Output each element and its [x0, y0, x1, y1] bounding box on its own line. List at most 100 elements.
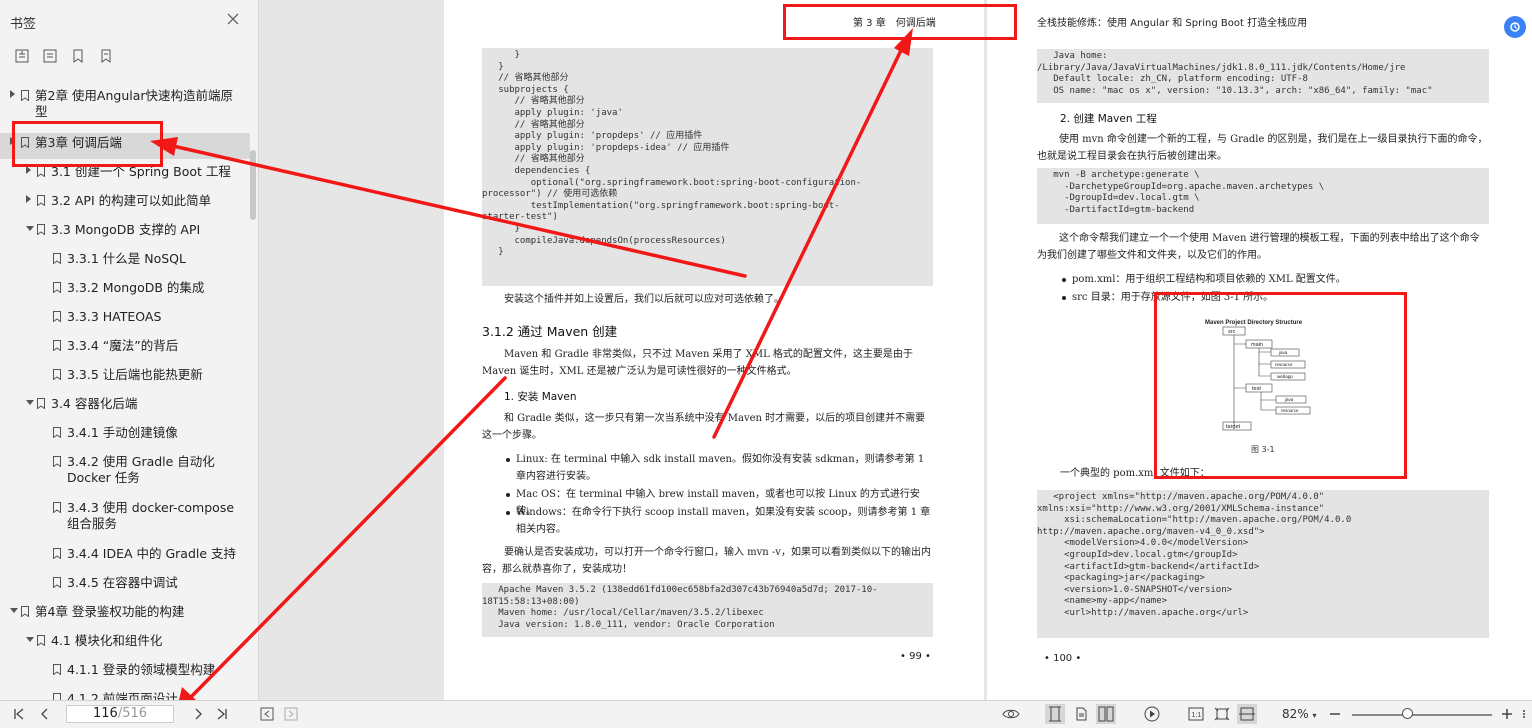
bookmark-icon — [53, 693, 61, 700]
bookmark-icon — [53, 456, 61, 467]
chevron-down-icon[interactable] — [26, 400, 34, 405]
add-bookmark-icon[interactable] — [70, 48, 86, 64]
sidebar-item[interactable]: 第2章 使用Angular快速构造前端原型 — [0, 86, 250, 119]
sidebar-item-label: 4.1.2 前端页面设计 — [67, 691, 178, 700]
collapse-all-icon[interactable] — [42, 48, 58, 64]
document-view-icon[interactable] — [1074, 707, 1088, 721]
bookmark-icon — [53, 548, 61, 559]
bookmark-icon — [53, 282, 61, 293]
sidebar-item[interactable]: 3.3 MongoDB 支撑的 API — [0, 220, 250, 242]
panel-title: 书签 — [10, 17, 37, 32]
bookmark-toolbar — [14, 48, 114, 64]
zoom-out-icon[interactable] — [1328, 707, 1342, 721]
code-block: } } // 省略其他部分 subprojects { // 省略其他部分 ap… — [482, 48, 933, 286]
sidebar-item-label: 3.3.1 什么是 NoSQL — [67, 251, 186, 266]
paragraph: 和 Gradle 类似，这一步只有第一次当系统中没有 Maven 时才需要，以后… — [482, 413, 926, 441]
sidebar-item-label: 3.3.2 MongoDB 的集成 — [67, 280, 205, 295]
sidebar-item-label: 3.3.5 让后端也能热更新 — [67, 367, 203, 382]
page-number: • 100 • — [1044, 653, 1082, 664]
subsection-heading: 2. 创建 Maven 工程 — [1060, 113, 1157, 125]
annotation-box-header — [783, 4, 1017, 40]
chevron-down-icon[interactable] — [26, 226, 34, 231]
sidebar-item-label: 3.4 容器化后端 — [51, 396, 138, 411]
sidebar-item[interactable]: 3.4.3 使用 docker-compose 组合服务 — [0, 498, 250, 536]
paragraph: 安装这个插件并如上设置后，我们以后就可以应对可选依赖了。 — [504, 294, 784, 305]
sidebar-item-label: 3.3 MongoDB 支撑的 API — [51, 222, 201, 237]
zoom-slider-handle[interactable] — [1402, 708, 1413, 719]
sidebar-item-label: 3.4.2 使用 Gradle 自动化 Docker 任务 — [67, 454, 215, 485]
list-item: Windows：在命令行下执行 scoop install maven，如果没有… — [506, 504, 934, 538]
chevron-right-icon[interactable] — [26, 195, 31, 203]
sidebar-item[interactable]: 4.1.2 前端页面设计 — [0, 689, 250, 700]
annotation-box-toc — [12, 121, 163, 167]
status-bar: 116/516 1:1 82% ▾ — [0, 700, 1532, 728]
chevron-down-icon[interactable] — [10, 608, 18, 613]
paragraph: 要确认是否安装成功，可以打开一个命令行窗口，输入 mvn -v，如果可以看到类似… — [482, 547, 931, 575]
bookmark-icon — [37, 195, 45, 206]
sidebar-item[interactable]: 4.1 模块化和组件化 — [0, 631, 250, 653]
back-icon[interactable] — [260, 707, 274, 721]
bookmark-icon — [37, 224, 45, 235]
more-icon[interactable] — [1518, 707, 1530, 721]
chevron-right-icon[interactable] — [26, 166, 31, 174]
sidebar-item[interactable]: 3.4.2 使用 Gradle 自动化 Docker 任务 — [0, 452, 250, 490]
sidebar-item[interactable]: 3.2 API 的构建可以如此简单 — [0, 191, 250, 213]
zoom-value: 82% — [1282, 707, 1309, 721]
paragraph: 使用 mvn 命令创建一个新的工程，与 Gradle 的区别是，我们是在上一级目… — [1037, 134, 1488, 162]
bookmark-icon — [21, 606, 29, 617]
sidebar-item-label: 第4章 登录鉴权功能的构建 — [35, 604, 185, 619]
sidebar-item-label: 3.3.3 HATEOAS — [67, 309, 162, 324]
expand-all-icon[interactable] — [14, 48, 30, 64]
assistant-button[interactable] — [1504, 16, 1526, 38]
single-page-view-icon[interactable] — [1045, 704, 1065, 724]
next-page-icon[interactable] — [191, 707, 205, 721]
bookmark-icon — [53, 427, 61, 438]
zoom-slider[interactable] — [1352, 714, 1492, 716]
sidebar-item[interactable]: 3.4 容器化后端 — [0, 394, 250, 416]
sidebar-item-label: 3.4.1 手动创建镜像 — [67, 425, 178, 440]
sidebar-item[interactable]: 3.3.4 “魔法”的背后 — [0, 336, 250, 358]
current-page: 116 — [93, 706, 118, 721]
bookmark-icon — [37, 166, 45, 177]
zoom-in-icon[interactable] — [1500, 707, 1514, 721]
sidebar-item[interactable]: 4.1.1 登录的领域模型构建 — [0, 660, 250, 682]
code-block: Apache Maven 3.5.2 (138edd61fd100ec658bf… — [482, 583, 933, 637]
forward-icon[interactable] — [284, 707, 298, 721]
fit-page-icon[interactable] — [1214, 707, 1230, 721]
close-icon[interactable] — [226, 12, 240, 26]
actual-size-icon[interactable]: 1:1 — [1188, 707, 1204, 721]
bookmark-icon — [53, 340, 61, 351]
svg-text:1:1: 1:1 — [1192, 712, 1202, 719]
section-heading: 3.1.2 通过 Maven 创建 — [482, 324, 618, 339]
chevron-down-icon[interactable] — [26, 637, 34, 642]
two-page-view-icon[interactable] — [1096, 704, 1116, 724]
zoom-level[interactable]: 82% ▾ — [1282, 707, 1317, 721]
last-page-icon[interactable] — [215, 707, 229, 721]
bookmark-icon[interactable] — [98, 48, 114, 64]
sidebar-item[interactable]: 3.4.4 IDEA 中的 Gradle 支持 — [0, 544, 250, 566]
fit-width-icon[interactable] — [1237, 704, 1257, 724]
page-number-input[interactable]: 116/516 — [66, 705, 174, 723]
bookmark-panel: 书签 第2章 使用Angular快速构造前端原型 第3章 何调后端 3.1 创建一个… — [0, 0, 259, 700]
assistant-icon — [1510, 22, 1520, 32]
sidebar-item[interactable]: 3.3.1 什么是 NoSQL — [0, 249, 250, 271]
bookmark-icon — [53, 502, 61, 513]
sidebar-scrollbar[interactable] — [250, 150, 256, 220]
previous-page-icon[interactable] — [38, 707, 52, 721]
sidebar-item[interactable]: 3.4.1 手动创建镜像 — [0, 423, 250, 445]
chevron-right-icon[interactable] — [10, 90, 15, 98]
first-page-icon[interactable] — [12, 707, 26, 721]
eye-icon[interactable] — [1002, 707, 1020, 721]
sidebar-item[interactable]: 3.3.3 HATEOAS — [0, 307, 250, 329]
sidebar-item-label: 4.1.1 登录的领域模型构建 — [67, 662, 216, 677]
sidebar-item[interactable]: 3.3.5 让后端也能热更新 — [0, 365, 250, 387]
bookmark-icon — [37, 398, 45, 409]
sidebar-item[interactable]: 3.3.2 MongoDB 的集成 — [0, 278, 250, 300]
sidebar-item[interactable]: 第4章 登录鉴权功能的构建 — [0, 602, 250, 624]
play-icon[interactable] — [1144, 706, 1160, 722]
sidebar-item-label: 3.3.4 “魔法”的背后 — [67, 338, 179, 353]
list-item: pom.xml：用于组织工程结构和项目依赖的 XML 配置文件。 — [1062, 271, 1492, 288]
bookmark-icon — [53, 664, 61, 675]
sidebar-item-label: 3.4.3 使用 docker-compose 组合服务 — [67, 500, 235, 531]
sidebar-item[interactable]: 3.4.5 在容器中调试 — [0, 573, 250, 595]
